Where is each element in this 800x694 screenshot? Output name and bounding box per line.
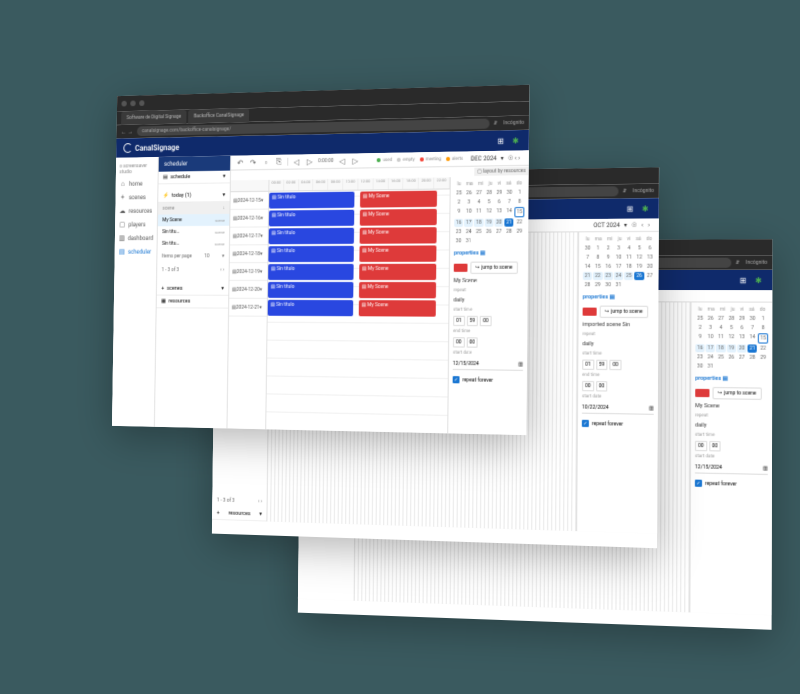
undo-icon[interactable]: ↶: [236, 158, 245, 168]
jump-to-scene-button[interactable]: ↪ jump to scene: [470, 262, 517, 274]
properties-header: properties ▤: [695, 374, 768, 385]
scene-item[interactable]: Sin títu...scene: [157, 238, 229, 250]
sidebar-item-home[interactable]: ⌂home: [116, 177, 158, 191]
sidebar-item-players[interactable]: ▢players: [115, 218, 157, 232]
calendar[interactable]: 2526272829301 2345678 9101112131415 1617…: [695, 315, 768, 372]
settings-icon[interactable]: ✱: [753, 275, 764, 286]
month-calendar[interactable]: 2526272829301 2345678 9101112131415 1617…: [454, 188, 525, 245]
grid-icon[interactable]: ⊞: [495, 135, 506, 146]
properties-panel: lumamijuvisádo 2526272829301 2345678 910…: [447, 176, 528, 435]
scene-item[interactable]: Sin títu...scene: [158, 226, 230, 238]
play-icon[interactable]: ▷: [305, 156, 314, 166]
by-resources-toggle[interactable]: ▢ layout by resources: [474, 167, 529, 176]
rewind-icon[interactable]: ◁: [292, 157, 301, 167]
start-time-input[interactable]: 015900: [453, 316, 523, 327]
copy-icon[interactable]: ⎘: [274, 157, 283, 167]
scene-item[interactable]: My Scenescene: [158, 214, 230, 226]
properties-header: properties ▤: [454, 248, 524, 258]
month-nav[interactable]: DEC 2024 ▾ ☉ ‹ ›: [467, 154, 524, 162]
sidebar: o screensaver studio ⌂home +scenes ☁reso…: [112, 157, 159, 427]
sidebar-item-dashboard[interactable]: ▥dashboard: [115, 231, 157, 245]
repeat-select[interactable]: daily: [453, 296, 523, 304]
sidebar-item-scheduler[interactable]: ▤scheduler: [115, 245, 157, 259]
schedule-row[interactable]: ▤ schedule ▾: [158, 171, 230, 185]
incognito-label: Incógnito: [503, 120, 524, 127]
redo-icon[interactable]: ↷: [248, 157, 257, 167]
sidebar-item-resources[interactable]: ☁resources: [115, 204, 157, 218]
settings-icon[interactable]: ✱: [510, 135, 521, 146]
color-swatch[interactable]: [454, 264, 468, 272]
sidebar-item-scenes[interactable]: +scenes: [115, 190, 157, 204]
grid-icon[interactable]: ⊞: [737, 275, 748, 286]
start-date-field[interactable]: 12/15/2024▥: [695, 462, 768, 475]
repeat-forever-label: repeat forever: [462, 377, 493, 384]
event-block[interactable]: ▤ My Scene: [360, 191, 437, 208]
legend: used empty meeting alerts: [377, 156, 463, 163]
date-column: ▤ 2024-12-15 ▾ ▤ 2024-12-16 ▾ ▤ 2024-12-…: [227, 180, 269, 429]
zoom-level: 0:00:00: [318, 158, 334, 164]
scene-name: My Scene: [454, 277, 524, 285]
start-date-input[interactable]: 12/15/2024▥: [453, 359, 523, 371]
left-panel: scheduler ▤ schedule ▾ ⚡ today (1) ▾ sce…: [155, 156, 231, 429]
calendar-icon[interactable]: ▥: [518, 362, 523, 368]
repeat-forever-checkbox[interactable]: ✓: [453, 376, 460, 383]
event-block[interactable]: ▤ Sin título: [269, 192, 355, 209]
panel-title: scheduler: [159, 156, 231, 172]
resources-section[interactable]: ▦ resources: [157, 296, 229, 309]
jump-button[interactable]: ↪ jump to scene: [713, 387, 762, 400]
today-row[interactable]: ⚡ today (1) ▾: [158, 189, 230, 203]
schedule-grid[interactable]: 00:0002:0004:0006:0008:0010:0012:0014:00…: [266, 177, 450, 433]
scenes-section[interactable]: + scenes ▾: [157, 283, 229, 296]
save-icon[interactable]: ▫: [261, 157, 270, 167]
brand: CanalSignage: [123, 142, 179, 153]
repeat-forever-checkbox[interactable]: ✓: [695, 480, 702, 487]
end-time-input[interactable]: 0000: [453, 337, 523, 348]
